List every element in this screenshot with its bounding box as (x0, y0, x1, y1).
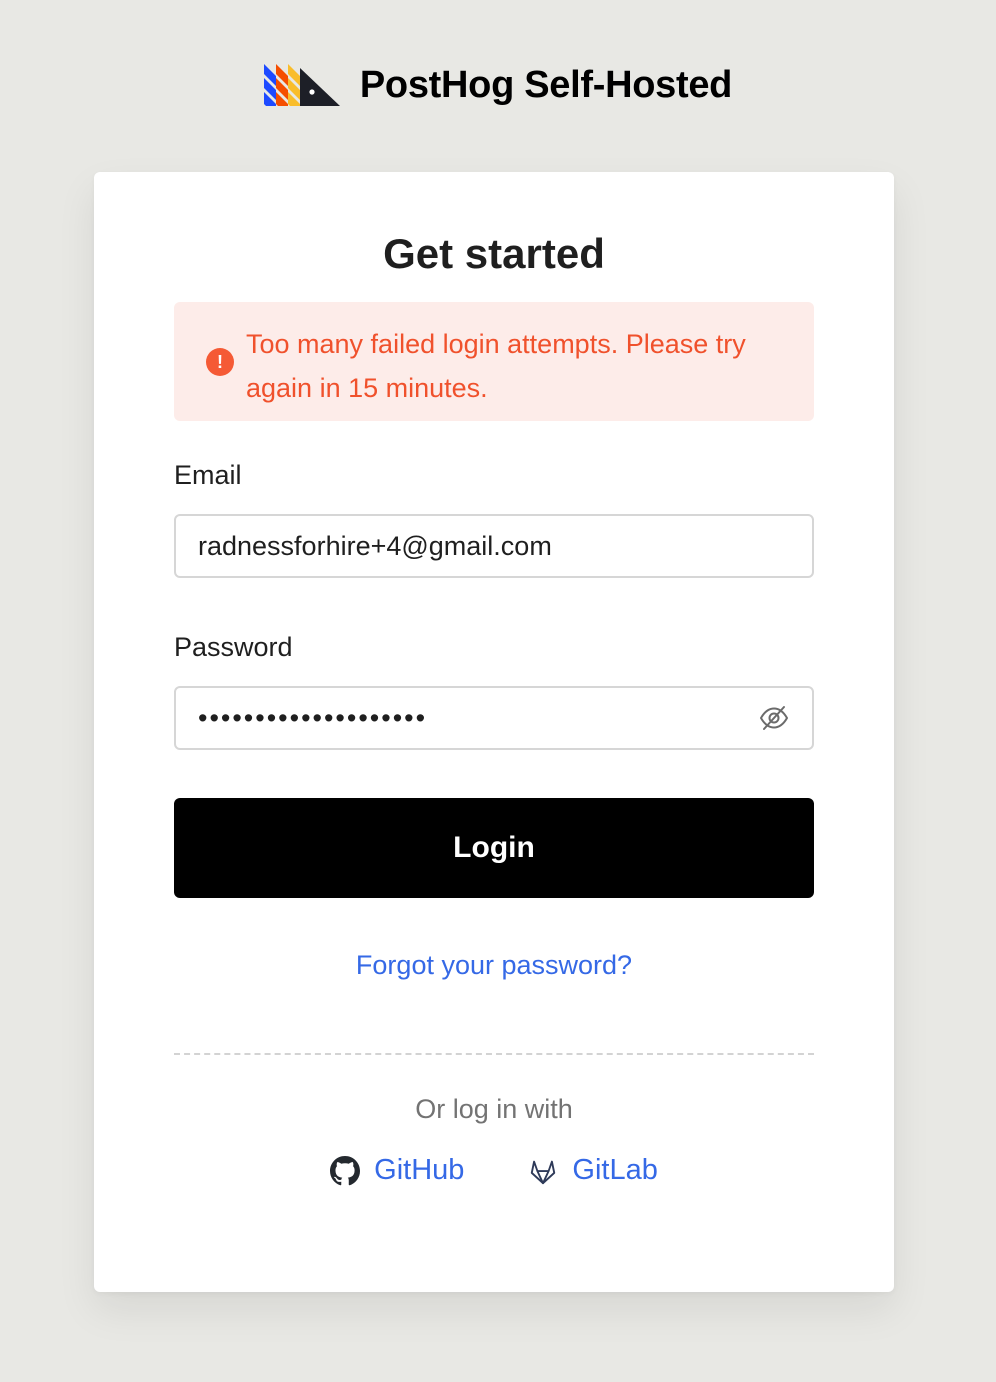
error-icon: ! (206, 348, 234, 376)
gitlab-login-link[interactable]: GitLab (528, 1154, 658, 1187)
github-label: GitHub (374, 1154, 465, 1186)
divider (174, 1053, 814, 1055)
brand-name: PostHog Self-Hosted (359, 63, 733, 106)
github-icon (330, 1155, 361, 1185)
alternative-login-label: Or log in with (415, 1094, 573, 1124)
gitlab-label: GitLab (572, 1154, 658, 1186)
posthog-logo-icon (263, 64, 340, 106)
forgot-password-link[interactable]: Forgot your password? (94, 950, 894, 981)
error-alert: ! Too many failed login attempts. Please… (174, 302, 814, 421)
password-field[interactable] (174, 686, 814, 750)
login-card: Get started ! Too many failed login atte… (94, 172, 894, 1292)
page-title: Get started (383, 230, 605, 277)
brand-header: PostHog Self-Hosted (0, 62, 996, 108)
github-login-link[interactable]: GitHub (330, 1154, 464, 1187)
error-message: Too many failed login attempts. Please t… (246, 329, 746, 403)
eye-off-icon[interactable] (758, 702, 790, 734)
email-field[interactable] (174, 514, 814, 578)
email-label: Email (174, 460, 242, 490)
password-label: Password (174, 632, 293, 662)
social-login-row: GitHub GitLab (94, 1154, 894, 1187)
gitlab-icon (531, 1160, 556, 1184)
login-button[interactable]: Login (174, 798, 814, 898)
